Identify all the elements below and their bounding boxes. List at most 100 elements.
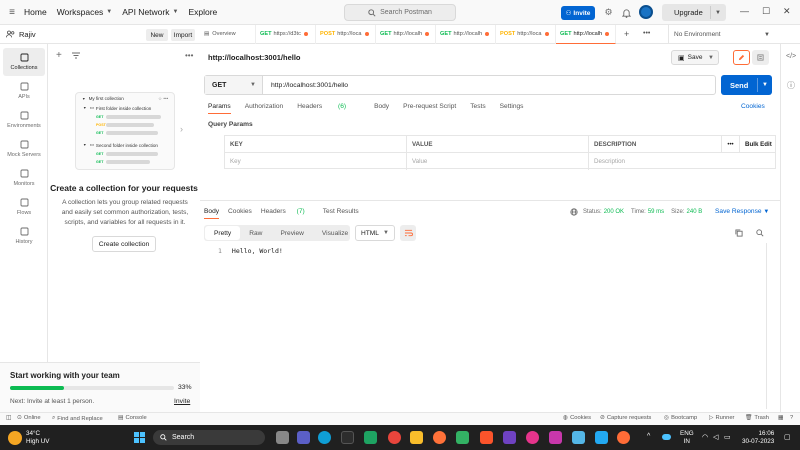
app-icon[interactable] xyxy=(341,431,354,444)
sidebar-item-history[interactable]: History xyxy=(3,222,45,250)
online-status[interactable]: ⊙ Online xyxy=(17,415,41,421)
documentation-icon[interactable] xyxy=(752,50,769,65)
postman-icon[interactable] xyxy=(617,431,630,444)
format-selector[interactable]: HTML ▼ xyxy=(355,225,395,241)
app-icon[interactable] xyxy=(456,431,469,444)
response-tab-headers[interactable]: Headers (7) xyxy=(261,208,314,219)
create-collection-button[interactable]: Create collection xyxy=(92,236,156,252)
send-button[interactable]: Send ▼ xyxy=(721,75,772,95)
more-options-icon[interactable]: ••• xyxy=(185,51,193,60)
app-icon[interactable] xyxy=(503,431,516,444)
code-icon[interactable]: </> xyxy=(786,53,796,60)
console-button[interactable]: ▤ Console xyxy=(118,415,147,421)
sidebar-item-collections[interactable]: Collections xyxy=(3,48,45,76)
save-button[interactable]: ▣ Save ▼ xyxy=(671,50,719,65)
invite-button[interactable]: ⚇ Invite xyxy=(561,6,595,20)
sidebar-item-flows[interactable]: Flows xyxy=(3,193,45,221)
tab-tests[interactable]: Tests xyxy=(470,103,485,114)
view-tab-visualize[interactable]: Visualize xyxy=(313,226,357,240)
url-input[interactable]: http://localhost:3001/hello xyxy=(271,82,348,89)
maximize-icon[interactable]: ☐ xyxy=(762,6,770,17)
request-tab[interactable]: GET http://localh xyxy=(556,24,616,44)
toggle-sidebar-icon[interactable]: ◫ xyxy=(6,415,11,421)
trash-button[interactable]: 🗑 Trash xyxy=(745,415,769,421)
onboarding-invite-link[interactable]: Invite xyxy=(174,398,190,405)
edge-icon[interactable] xyxy=(318,431,331,444)
app-icon[interactable] xyxy=(549,431,562,444)
info-icon[interactable]: ⓘ xyxy=(787,80,795,91)
wrap-lines-icon[interactable] xyxy=(400,225,416,241)
brave-icon[interactable] xyxy=(480,431,493,444)
more-options-icon[interactable]: ••• xyxy=(722,136,740,153)
chrome-icon[interactable] xyxy=(388,431,401,444)
tab-params[interactable]: Params xyxy=(208,103,231,114)
request-tab[interactable]: GET https://d3tc xyxy=(256,24,316,44)
tab-prerequest-script[interactable]: Pre-request Script xyxy=(403,103,456,114)
battery-icon[interactable]: ▭ xyxy=(724,433,731,441)
settings-icon[interactable]: ⚙ xyxy=(602,6,615,19)
minimize-icon[interactable]: — xyxy=(740,6,749,16)
wifi-icon[interactable]: ◠ xyxy=(702,433,708,441)
app-icon[interactable] xyxy=(526,431,539,444)
response-tab-test-results[interactable]: Test Results xyxy=(323,208,359,219)
tab-settings[interactable]: Settings xyxy=(500,103,524,114)
windows-start-icon[interactable] xyxy=(134,432,145,443)
store-icon[interactable] xyxy=(364,431,377,444)
nav-workspaces[interactable]: Workspaces ▼ xyxy=(57,7,113,17)
sidebar-item-monitors[interactable]: Monitors xyxy=(3,164,45,192)
request-tab[interactable]: GET http://localh xyxy=(436,24,496,44)
cookies-link[interactable]: Cookies xyxy=(741,103,765,110)
vscode-icon[interactable] xyxy=(595,431,608,444)
view-tab-pretty[interactable]: Pretty xyxy=(205,226,241,240)
notepad-icon[interactable] xyxy=(572,431,585,444)
clock[interactable]: 16:06 30-07-2023 xyxy=(742,430,774,446)
search-bar[interactable]: Search Postman xyxy=(344,4,456,21)
find-replace-button[interactable]: ⌕ Find and Replace xyxy=(52,415,103,422)
save-response-button[interactable]: Save Response ▼ xyxy=(715,208,769,215)
bulk-edit-button[interactable]: Bulk Edit xyxy=(740,136,777,153)
upgrade-button[interactable]: Upgrade ▼ xyxy=(662,4,726,21)
request-tab[interactable]: ▤ Overview xyxy=(200,24,256,44)
request-tab[interactable]: POST http://loca xyxy=(496,24,556,44)
onedrive-icon[interactable] xyxy=(662,434,671,440)
environment-selector[interactable]: No Environment ▼ xyxy=(668,25,776,44)
tab-headers[interactable]: Headers (6) xyxy=(297,103,360,114)
volume-icon[interactable]: ◁ xyxy=(713,433,718,441)
view-tab-raw[interactable]: Raw xyxy=(240,226,271,240)
value-input[interactable]: Value xyxy=(407,153,589,170)
hamburger-menu-icon[interactable]: ≡ xyxy=(0,7,24,18)
request-tab[interactable]: POST http://loca xyxy=(316,24,376,44)
response-tab-cookies[interactable]: Cookies xyxy=(228,208,252,219)
more-tabs-icon[interactable]: ••• xyxy=(643,30,650,37)
sidebar-item-environments[interactable]: Environments xyxy=(3,106,45,134)
view-tab-preview[interactable]: Preview xyxy=(271,226,312,240)
tab-body[interactable]: Body xyxy=(374,103,389,114)
search-icon[interactable] xyxy=(756,229,764,239)
chevron-up-icon[interactable]: ^ xyxy=(647,433,650,440)
description-input[interactable]: Description xyxy=(589,153,777,170)
key-input[interactable]: Key xyxy=(225,153,407,170)
file-explorer-icon[interactable] xyxy=(410,431,423,444)
help-icon[interactable]: ? xyxy=(790,415,793,421)
new-tab-icon[interactable]: + xyxy=(624,29,629,39)
response-tab-body[interactable]: Body xyxy=(204,208,220,219)
weather-icon[interactable] xyxy=(8,431,22,445)
nav-api-network[interactable]: API Network ▼ xyxy=(122,7,178,17)
task-view-icon[interactable] xyxy=(276,431,289,444)
taskbar-search[interactable]: Search xyxy=(153,430,265,445)
edit-icon[interactable] xyxy=(733,50,750,65)
nav-home[interactable]: Home xyxy=(24,7,47,17)
sidebar-item-mock-servers[interactable]: Mock Servers xyxy=(3,135,45,163)
copy-icon[interactable] xyxy=(735,229,743,239)
sidebar-item-apis[interactable]: APIs xyxy=(3,77,45,105)
nav-explore[interactable]: Explore xyxy=(188,7,217,17)
add-icon[interactable]: + xyxy=(56,50,62,61)
tab-authorization[interactable]: Authorization xyxy=(245,103,284,114)
close-icon[interactable]: ✕ xyxy=(783,6,791,17)
bootcamp-button[interactable]: ◎ Bootcamp xyxy=(664,415,697,421)
capture-requests-button[interactable]: ⊘ Capture requests xyxy=(600,415,651,421)
avatar[interactable] xyxy=(639,5,653,19)
import-button[interactable]: Import xyxy=(171,29,195,41)
language-indicator[interactable]: ENG IN xyxy=(680,430,694,446)
teams-icon[interactable] xyxy=(297,431,310,444)
